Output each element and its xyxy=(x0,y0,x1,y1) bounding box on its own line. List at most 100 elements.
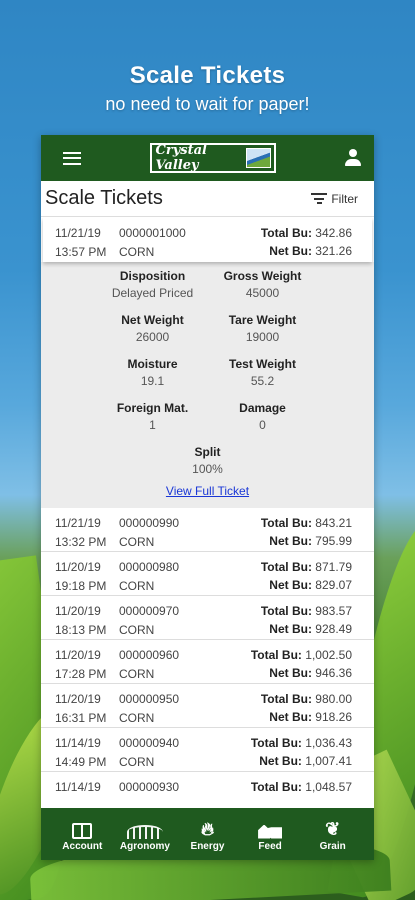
ticket-date: 11/20/19 xyxy=(55,604,101,618)
total-label: Total Bu: xyxy=(250,780,302,794)
total-bushels: 871.79 xyxy=(315,560,352,574)
total-bushels: 1,048.57 xyxy=(305,780,352,794)
foreign-material-label: Foreign Mat. xyxy=(116,401,189,415)
ticket-row[interactable]: 11/21/19 000000990 13:32 PM CORN Total Bu: … xyxy=(41,508,374,552)
ticket-number: 000000930 xyxy=(119,780,180,794)
logo-text: Crystal Valley xyxy=(155,143,207,173)
ticket-date: 11/14/19 xyxy=(55,780,101,794)
total-bushels: 980.00 xyxy=(315,692,352,706)
total-label: Total Bu: xyxy=(260,604,312,618)
nav-label: Account xyxy=(62,840,103,852)
promo-header: Scale Tickets no need to wait for paper! xyxy=(0,62,415,115)
total-label: Total Bu: xyxy=(260,516,312,530)
net-bushels: 795.99 xyxy=(315,534,352,548)
total-label: Total Bu: xyxy=(250,648,302,662)
ticket-row[interactable]: 11/20/19 000000950 16:31 PM CORN Total Bu: … xyxy=(41,684,374,728)
damage-value: 0 xyxy=(259,418,266,432)
disposition-value: Delayed Priced xyxy=(111,286,194,300)
screen-header: Scale Tickets Filter xyxy=(41,181,374,217)
grain-wheat-icon: ❦ xyxy=(325,818,341,839)
net-label: Net Bu: xyxy=(269,244,312,258)
net-label: Net Bu: xyxy=(269,578,312,592)
split-value: 100% xyxy=(192,462,223,476)
logo-landscape-icon xyxy=(246,148,271,168)
nav-account[interactable]: Account xyxy=(54,817,110,852)
total-label: Total Bu: xyxy=(250,736,302,750)
ticket-list[interactable]: 11/21/19 0000001000 13:57 PM CORN Total … xyxy=(41,218,374,808)
hamburger-menu-icon[interactable] xyxy=(63,151,81,165)
ticket-commodity: CORN xyxy=(119,534,155,549)
ticket-time: 13:32 PM xyxy=(55,534,107,549)
ticket-number: 000000950 xyxy=(119,692,180,706)
tare-weight-value: 19000 xyxy=(245,330,280,344)
net-label: Net Bu: xyxy=(269,622,312,636)
ticket-number: 000000940 xyxy=(119,736,180,750)
net-bushels: 928.49 xyxy=(315,622,352,636)
ticket-commodity: CORN xyxy=(119,754,155,769)
ticket-row[interactable]: 11/14/19 000000930 Total Bu: 1,048.57 xyxy=(41,772,374,808)
ticket-details-panel: Disposition Delayed Priced Gross Weight 45… xyxy=(41,262,374,508)
agronomy-field-icon xyxy=(126,824,163,839)
ticket-time: 13:57 PM xyxy=(55,245,107,259)
ticket-date: 11/21/19 xyxy=(55,226,101,240)
promo-title: Scale Tickets xyxy=(129,62,286,89)
ticket-date: 11/21/19 xyxy=(55,516,101,530)
net-weight-value: 26000 xyxy=(135,330,170,344)
ticket-commodity: CORN xyxy=(119,710,155,725)
ticket-row[interactable]: 11/20/19 000000980 19:18 PM CORN Total Bu: … xyxy=(41,552,374,596)
energy-flame-icon: 🔥︎ xyxy=(200,818,215,839)
ticket-commodity: CORN xyxy=(119,666,155,681)
ticket-row[interactable]: 11/20/19 000000960 17:28 PM CORN Total Bu: … xyxy=(41,640,374,684)
promo-subtitle: no need to wait for paper! xyxy=(105,94,310,114)
total-bushels: 1,002.50 xyxy=(305,648,352,662)
nav-feed[interactable]: Feed xyxy=(242,817,298,852)
net-label: Net Bu: xyxy=(259,754,302,768)
gross-weight-value: 45000 xyxy=(245,286,280,300)
foreign-material-value: 1 xyxy=(149,418,156,432)
net-bushels: 321.26 xyxy=(315,244,352,258)
total-bushels: 843.21 xyxy=(315,516,352,530)
ticket-commodity: CORN xyxy=(119,622,155,637)
net-weight-label: Net Weight xyxy=(121,313,184,327)
moisture-label: Moisture xyxy=(127,357,178,371)
crystal-valley-logo: Crystal Valley xyxy=(149,143,276,173)
split-label: Split xyxy=(194,445,221,459)
ticket-commodity: CORN xyxy=(119,245,155,259)
ticket-number: 000000990 xyxy=(119,516,180,530)
nav-label: Grain xyxy=(319,840,346,852)
moisture-value: 19.1 xyxy=(140,374,165,388)
nav-energy[interactable]: 🔥︎ Energy xyxy=(179,817,235,852)
ticket-number: 000000980 xyxy=(119,560,180,574)
account-book-icon xyxy=(72,822,93,839)
nav-grain[interactable]: ❦ Grain xyxy=(305,817,361,852)
ticket-row[interactable]: 11/14/19 000000940 14:49 PM CORN Total Bu: … xyxy=(41,728,374,772)
nav-label: Agronomy xyxy=(119,840,170,852)
ticket-date: 11/14/19 xyxy=(55,736,101,750)
view-full-ticket-link[interactable]: View Full Ticket xyxy=(41,484,374,498)
ticket-number: 000000960 xyxy=(119,648,180,662)
app-screen: Crystal Valley Scale Tickets Filter 11/2… xyxy=(41,135,374,860)
nav-agronomy[interactable]: Agronomy xyxy=(117,817,173,852)
filter-button[interactable]: Filter xyxy=(311,192,358,206)
gross-weight-label: Gross Weight xyxy=(223,269,302,283)
net-bushels: 829.07 xyxy=(315,578,352,592)
total-bushels: 342.86 xyxy=(315,226,352,240)
page-title: Scale Tickets xyxy=(45,187,163,209)
ticket-row-selected[interactable]: 11/21/19 0000001000 13:57 PM CORN Total … xyxy=(43,218,372,262)
app-bar: Crystal Valley xyxy=(41,135,374,181)
net-label: Net Bu: xyxy=(269,666,312,680)
bottom-navigation: Account Agronomy 🔥︎ Energy Feed ❦ Grain xyxy=(41,808,374,860)
feed-barn-icon xyxy=(258,824,283,839)
total-label: Total Bu: xyxy=(260,560,312,574)
ticket-time: 19:18 PM xyxy=(55,578,107,593)
net-bushels: 918.26 xyxy=(315,710,352,724)
ticket-row[interactable]: 11/20/19 000000970 18:13 PM CORN Total Bu: … xyxy=(41,596,374,640)
total-label: Total Bu: xyxy=(260,226,312,240)
ticket-date: 11/20/19 xyxy=(55,648,101,662)
test-weight-value: 55.2 xyxy=(250,374,275,388)
damage-label: Damage xyxy=(239,401,286,415)
filter-icon xyxy=(311,193,328,204)
ticket-time: 14:49 PM xyxy=(55,754,107,769)
user-profile-icon[interactable] xyxy=(344,149,362,167)
ticket-number: 0000001000 xyxy=(119,226,186,240)
